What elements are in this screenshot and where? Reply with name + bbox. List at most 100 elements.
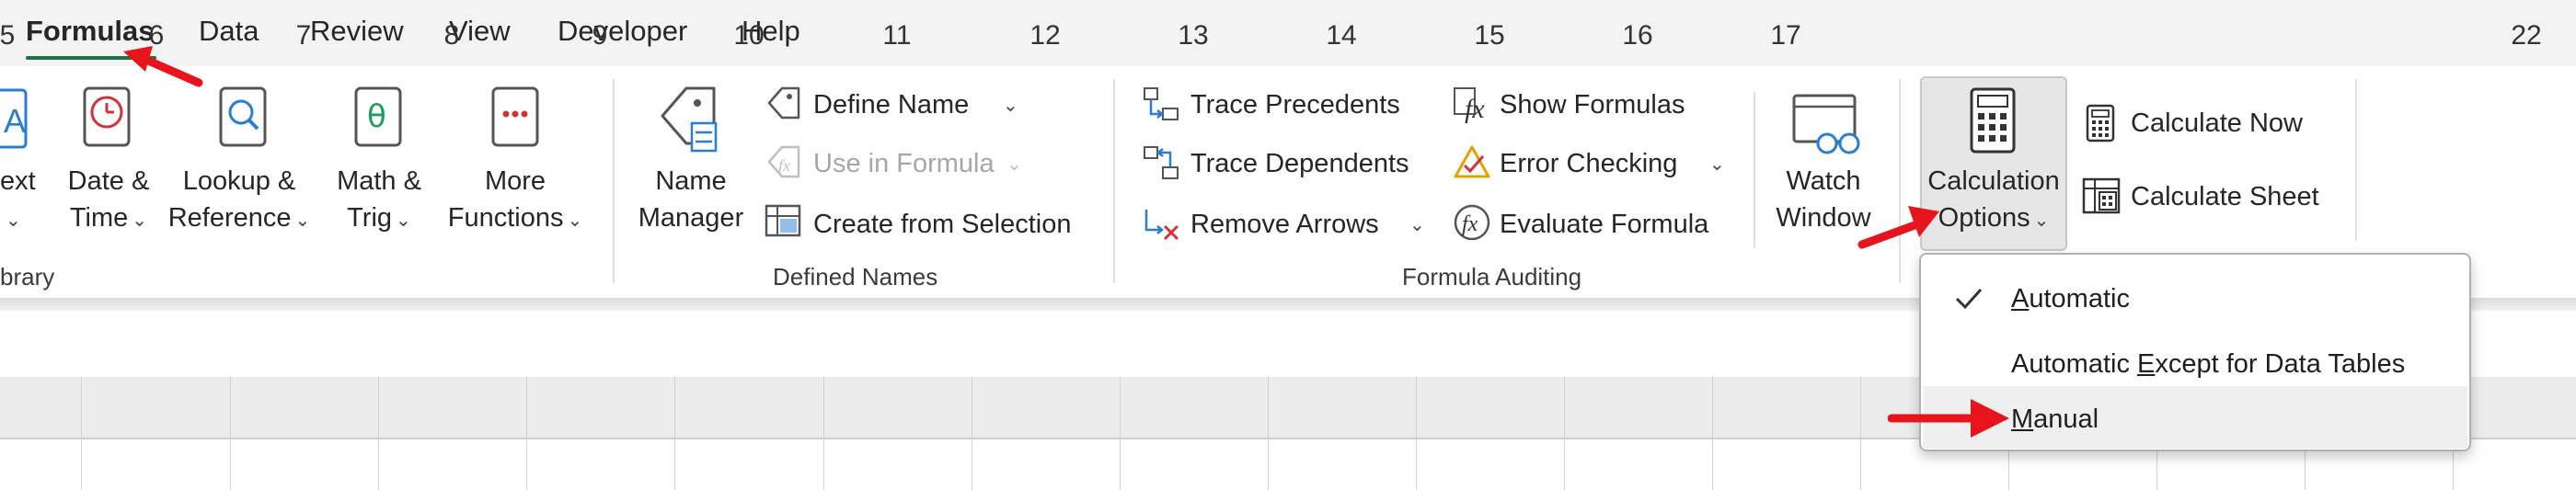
chevron-down-icon: ⌄ [294, 211, 311, 231]
show-formulas-label: Show Formulas [1500, 90, 1685, 120]
column-divider[interactable] [1712, 377, 1713, 490]
calculation-options-label-2: Options [1938, 203, 2030, 233]
tag-icon [767, 86, 800, 120]
menu-item-automatic-except-label: Automatic Except for Data Tables [2011, 349, 2406, 379]
math-label-2: Trig [347, 203, 393, 233]
text-function-icon: A [0, 88, 28, 149]
create-from-selection-icon [765, 204, 801, 237]
column-divider[interactable] [674, 377, 675, 490]
evaluate-formula-label: Evaluate Formula [1500, 210, 1709, 239]
trace-precedents-icon [1144, 87, 1179, 120]
math-label-2-wrap: Trig ⌄ [322, 199, 436, 239]
define-name-label: Define Name [813, 90, 970, 120]
column-divider[interactable] [230, 377, 231, 490]
remove-arrows-icon [1144, 210, 1179, 241]
column-header-cell[interactable]: 10 [712, 20, 786, 51]
calculate-sheet-icon [2082, 177, 2121, 214]
svg-text:fx: fx [1462, 212, 1478, 236]
annotation-arrow-calc-options [1857, 206, 1939, 249]
lookup-label-2-wrap: Reference ⌄ [166, 199, 313, 239]
group-divider [1113, 79, 1115, 283]
remove-arrows-label: Remove Arrows [1190, 210, 1379, 239]
lookup-label-2: Reference [167, 203, 292, 233]
column-header-cell[interactable]: 9 [563, 20, 637, 51]
calendar-clock-icon [83, 86, 131, 147]
chevron-down-icon: ⌄ [1709, 154, 1725, 175]
column-header-cell[interactable]: 8 [415, 20, 489, 51]
trace-dependents-label: Trace Dependents [1190, 149, 1409, 178]
create-from-selection-label: Create from Selection [813, 210, 1072, 239]
column-divider[interactable] [378, 377, 379, 490]
date-time-label-2-wrap: Time ⌄ [66, 199, 151, 239]
error-checking-label: Error Checking [1500, 149, 1678, 178]
name-manager-label-1: Name [655, 166, 727, 196]
defined-names-group-label: Defined Names [773, 263, 938, 291]
chevron-down-icon: ⌄ [567, 211, 583, 231]
name-tag-icon [661, 86, 718, 153]
watch-window-label-1: Watch [1786, 166, 1861, 196]
chevron-down-icon: ⌄ [132, 211, 148, 231]
group-divider [613, 79, 615, 283]
math-label-1: Math & [337, 166, 421, 196]
formula-auditing-group-label: Formula Auditing [1402, 263, 1582, 291]
menu-item-automatic[interactable]: Automatic [1923, 268, 2467, 330]
tab-data[interactable]: Data [199, 15, 259, 48]
calculator-icon [1970, 87, 2016, 154]
group-divider [2355, 79, 2357, 241]
math-theta-icon: θ [354, 86, 402, 147]
column-divider[interactable] [1564, 377, 1565, 490]
use-in-formula-label: Use in Formula [813, 149, 995, 178]
group-divider [1754, 92, 1755, 248]
evaluate-formula-icon: fx [1454, 204, 1490, 241]
trace-precedents-label: Trace Precedents [1190, 90, 1400, 120]
column-divider[interactable] [1268, 377, 1269, 490]
column-header-cell[interactable]: 14 [1305, 20, 1378, 51]
column-header-cell[interactable]: 15 [1453, 20, 1526, 51]
more-functions-label-2-wrap: Functions ⌄ [436, 199, 594, 239]
ribbon-tab-bar: Formulas Data Review View Developer Help [0, 0, 2576, 66]
calculation-options-label-1: Calculation [1927, 166, 2060, 196]
chevron-down-icon: ⌄ [2033, 211, 2050, 231]
warning-icon [1454, 145, 1490, 178]
calculate-now-label: Calculate Now [2131, 108, 2303, 138]
column-divider[interactable] [823, 377, 824, 490]
column-header-cell[interactable]: 7 [267, 20, 340, 51]
chevron-down-icon: ⌄ [1409, 215, 1425, 235]
calculate-sheet-label: Calculate Sheet [2131, 182, 2319, 211]
use-in-formula-icon: fx [767, 145, 800, 178]
chevron-down-icon: ⌄ [1003, 96, 1018, 116]
menu-item-automatic-label: Automatic [2011, 284, 2130, 313]
date-time-label-2: Time [69, 203, 129, 233]
annotation-arrow-formulas [123, 46, 203, 87]
trace-dependents-icon [1144, 146, 1179, 179]
column-divider[interactable] [1416, 377, 1417, 490]
column-header-cell[interactable]: 11 [860, 20, 934, 51]
column-header-cell[interactable]: 5 [0, 20, 44, 51]
column-header-cell[interactable]: 17 [1749, 20, 1823, 51]
watch-window-icon [1792, 94, 1860, 154]
chevron-down-icon: ⌄ [1006, 154, 1022, 175]
column-header-cell[interactable]: 22 [2490, 20, 2563, 51]
svg-text:θ: θ [367, 98, 386, 135]
column-header-cell[interactable]: 13 [1156, 20, 1230, 51]
text-functions-label: ext [0, 166, 36, 196]
chevron-down-icon: ⌄ [396, 211, 411, 231]
column-divider[interactable] [1120, 377, 1121, 490]
column-header-cell[interactable]: 16 [1601, 20, 1674, 51]
svg-text:A: A [4, 102, 26, 140]
show-formulas-icon: fx [1454, 87, 1485, 123]
menu-item-manual-label: Manual [2011, 405, 2099, 434]
column-divider[interactable] [526, 377, 527, 490]
annotation-arrow-manual [1888, 399, 2009, 438]
column-divider[interactable] [1860, 377, 1861, 490]
name-manager-label-2: Manager [638, 203, 744, 233]
column-header-cell[interactable]: 12 [1008, 20, 1082, 51]
checkmark-icon [1955, 288, 1983, 310]
lookup-label-1: Lookup & [182, 166, 296, 196]
more-functions-label-2: Functions [447, 203, 564, 233]
more-functions-icon [491, 86, 539, 147]
column-divider[interactable] [81, 377, 82, 490]
svg-text:fx: fx [778, 156, 790, 175]
function-library-group-label: brary [0, 263, 55, 291]
lookup-magnifier-icon [219, 86, 267, 147]
